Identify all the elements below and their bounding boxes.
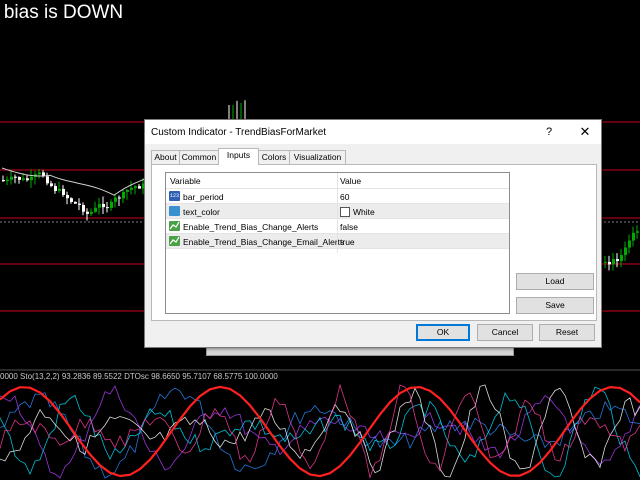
boolean-chart-icon — [169, 236, 180, 246]
color-palette-icon — [169, 206, 180, 216]
candle-body — [38, 172, 41, 175]
moving-average-line — [1, 167, 147, 196]
tab-common[interactable]: Common — [179, 150, 219, 164]
candle-body — [114, 197, 117, 202]
candle-body — [22, 178, 25, 180]
load-button[interactable]: Load — [516, 273, 594, 290]
input-value[interactable]: 60 — [340, 192, 349, 202]
numeric-123-icon: 123 — [169, 191, 180, 201]
candle-body — [110, 201, 113, 209]
oscillator-line — [0, 385, 640, 479]
candle-body — [608, 261, 611, 265]
candle-body — [130, 187, 133, 190]
oscillator-line — [0, 383, 640, 479]
variable-column-header[interactable]: Variable — [170, 176, 201, 186]
help-button[interactable]: ? — [539, 122, 559, 142]
tab-visualization[interactable]: Visualization — [289, 150, 346, 164]
candle-body — [118, 197, 121, 199]
candle-body — [90, 211, 93, 214]
input-value[interactable]: false — [340, 222, 358, 232]
oscillator-line — [0, 387, 640, 479]
candle-body — [10, 176, 13, 180]
input-name: bar_period — [183, 192, 224, 202]
tab-inputs[interactable]: Inputs — [218, 148, 259, 165]
reset-button[interactable]: Reset — [539, 324, 595, 341]
candle-body — [134, 186, 137, 188]
candle-body — [58, 188, 61, 191]
candle-body — [50, 183, 53, 187]
candle-body — [612, 259, 615, 265]
inputs-grid: Variable Value 123 bar_period 60 text_co… — [165, 172, 510, 314]
candle-body — [138, 186, 141, 189]
candle-body — [26, 178, 29, 181]
candle-body — [624, 247, 627, 256]
boolean-chart-icon — [169, 221, 180, 231]
candle-body — [6, 179, 9, 182]
tab-about[interactable]: About — [151, 150, 180, 164]
candle-body — [122, 191, 125, 199]
dialog-titlebar[interactable]: Custom Indicator - TrendBiasForMarket ? … — [145, 120, 601, 144]
candle-body — [82, 204, 85, 212]
input-name: Enable_Trend_Bias_Change_Alerts — [183, 222, 319, 232]
candle-body — [18, 177, 21, 180]
value-column-header[interactable]: Value — [340, 176, 361, 186]
input-name: text_color — [183, 207, 220, 217]
color-swatch[interactable] — [340, 207, 350, 217]
input-value[interactable]: White — [353, 207, 375, 217]
candle-body — [620, 255, 623, 262]
candle-body — [46, 176, 49, 184]
inputs-panel: Variable Value 123 bar_period 60 text_co… — [151, 164, 597, 321]
input-name: Enable_Trend_Bias_Change_Email_Alerts — [183, 237, 345, 247]
candle-body — [126, 189, 129, 192]
candle-body — [102, 203, 105, 208]
tab-colors[interactable]: Colors — [258, 150, 290, 164]
candle-body — [632, 232, 635, 241]
dialog-title: Custom Indicator - TrendBiasForMarket — [151, 127, 327, 138]
candle-body — [94, 207, 97, 212]
candle-body — [74, 201, 77, 204]
candle-body — [2, 180, 5, 182]
candle-body — [98, 203, 101, 208]
candle-body — [86, 211, 89, 214]
close-button[interactable]: ✕ — [573, 122, 597, 142]
ok-button[interactable]: OK — [416, 324, 470, 341]
input-value[interactable]: true — [340, 237, 355, 247]
candle-body — [628, 240, 631, 248]
candle-body — [70, 198, 73, 202]
oscillator-line — [0, 386, 640, 478]
candle-body — [106, 207, 109, 209]
oscillator-label: 0000 Sto(13,2,2) 93.2836 89.5522 DTOsc 9… — [0, 372, 278, 381]
save-button[interactable]: Save — [516, 297, 594, 314]
candle-body — [30, 176, 33, 181]
candle-body — [604, 261, 607, 263]
candle-body — [616, 259, 619, 262]
candle-body — [66, 194, 69, 199]
candle-body — [78, 203, 81, 205]
candle-body — [62, 188, 65, 195]
column-separator — [337, 173, 338, 253]
candle-body — [636, 231, 639, 233]
trend-bias-text: d bias is DOWN — [0, 2, 124, 23]
cancel-button[interactable]: Cancel — [477, 324, 533, 341]
candle-body — [14, 176, 17, 178]
custom-indicator-dialog: Custom Indicator - TrendBiasForMarket ? … — [144, 119, 602, 348]
candle-body — [54, 186, 57, 191]
